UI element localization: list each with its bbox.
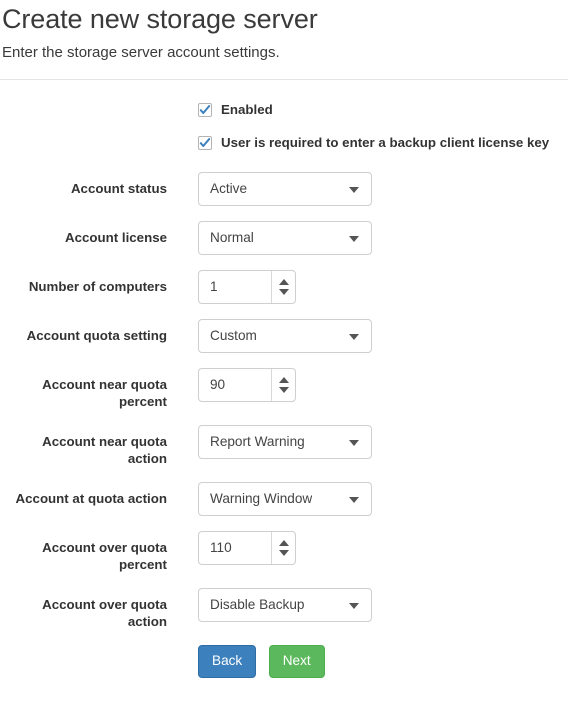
label-spacer-enabled — [0, 100, 167, 108]
number-stepper[interactable] — [271, 369, 295, 401]
stepper-up-icon[interactable] — [278, 377, 289, 383]
stepper-up-icon[interactable] — [278, 540, 289, 546]
page-title: Create new storage server — [2, 4, 318, 34]
stepper-down-icon[interactable] — [278, 387, 289, 393]
field-account-status: Active — [167, 172, 568, 206]
storage-server-form: Enabled User is required to enter a back… — [0, 80, 568, 678]
chevron-down-icon — [349, 334, 359, 340]
label-account-near-quota-action: Account near quota action — [42, 434, 167, 466]
label-account-quota-setting: Account quota setting — [26, 328, 167, 343]
form-row-account-over-quota-action: Account over quota action Disable Backup — [0, 588, 568, 630]
back-button[interactable]: Back — [198, 645, 257, 678]
checkbox-license-key-label: User is required to enter a backup clien… — [221, 135, 550, 150]
next-button[interactable]: Next — [268, 645, 325, 678]
select-account-at-quota-action[interactable]: Warning Window — [198, 482, 372, 516]
form-row-number-of-computers: Number of computers 1 — [0, 270, 568, 304]
label-spacer-license-key — [0, 133, 167, 141]
checkbox-enabled[interactable]: Enabled — [198, 100, 568, 120]
chevron-down-icon — [349, 236, 359, 242]
field-license-key: User is required to enter a backup clien… — [167, 133, 568, 153]
label-account-over-quota-percent: Account over quota percent — [42, 540, 167, 572]
form-row-account-at-quota-action: Account at quota action Warning Window — [0, 482, 568, 516]
form-actions: Back Next — [0, 645, 568, 678]
form-row-account-near-quota-action: Account near quota action Report Warning — [0, 425, 568, 467]
chevron-down-icon — [349, 497, 359, 503]
number-stepper[interactable] — [271, 271, 295, 303]
chevron-down-icon — [349, 440, 359, 446]
account-near-quota-percent-value: 90 — [210, 377, 226, 392]
page-header: Create new storage server Enter the stor… — [0, 0, 568, 80]
field-account-near-quota-percent: 90 — [167, 368, 568, 402]
form-row-account-status: Account status Active — [0, 172, 568, 206]
number-of-computers-value: 1 — [210, 279, 218, 294]
stepper-down-icon[interactable] — [278, 550, 289, 556]
label-account-at-quota-action: Account at quota action — [15, 491, 167, 506]
form-row-account-quota-setting: Account quota setting Custom — [0, 319, 568, 353]
create-storage-server-page: Create new storage server Enter the stor… — [0, 0, 568, 703]
stepper-down-icon[interactable] — [278, 289, 289, 295]
number-input-account-over-quota-percent[interactable]: 110 — [198, 531, 296, 565]
checkbox-checked-icon[interactable] — [198, 103, 212, 117]
field-account-license: Normal — [167, 221, 568, 255]
field-account-near-quota-action: Report Warning — [167, 425, 568, 459]
button-group: Back Next — [167, 645, 325, 678]
form-row-account-near-quota-percent: Account near quota percent 90 — [0, 368, 568, 410]
checkbox-checked-icon[interactable] — [198, 136, 212, 150]
label-account-license: Account license — [65, 230, 167, 245]
field-account-quota-setting: Custom — [167, 319, 568, 353]
page-subtitle: Enter the storage server account setting… — [2, 44, 280, 61]
select-account-license-value: Normal — [210, 230, 254, 245]
number-input-number-of-computers[interactable]: 1 — [198, 270, 296, 304]
checkbox-license-key-required[interactable]: User is required to enter a backup clien… — [198, 133, 568, 153]
form-row-account-license: Account license Normal — [0, 221, 568, 255]
form-row-license-key: User is required to enter a backup clien… — [0, 133, 568, 153]
select-account-status[interactable]: Active — [198, 172, 372, 206]
checkbox-enabled-label: Enabled — [221, 102, 273, 117]
select-account-license[interactable]: Normal — [198, 221, 372, 255]
label-number-of-computers: Number of computers — [28, 279, 167, 294]
field-account-over-quota-action: Disable Backup — [167, 588, 568, 622]
select-account-quota-setting[interactable]: Custom — [198, 319, 372, 353]
label-account-near-quota-percent: Account near quota percent — [42, 377, 167, 409]
label-account-status: Account status — [70, 181, 167, 196]
chevron-down-icon — [349, 187, 359, 193]
number-stepper[interactable] — [271, 532, 295, 564]
chevron-down-icon — [349, 603, 359, 609]
stepper-up-icon[interactable] — [278, 279, 289, 285]
field-enabled: Enabled — [167, 100, 568, 120]
label-account-over-quota-action: Account over quota action — [42, 597, 167, 629]
form-row-account-over-quota-percent: Account over quota percent 110 — [0, 531, 568, 573]
select-account-over-quota-action[interactable]: Disable Backup — [198, 588, 372, 622]
account-over-quota-percent-value: 110 — [210, 540, 232, 555]
select-account-near-quota-action-value: Report Warning — [210, 434, 305, 449]
select-account-at-quota-action-value: Warning Window — [210, 491, 313, 506]
form-row-enabled: Enabled — [0, 100, 568, 120]
number-input-account-near-quota-percent[interactable]: 90 — [198, 368, 296, 402]
select-account-near-quota-action[interactable]: Report Warning — [198, 425, 372, 459]
select-account-status-value: Active — [210, 181, 248, 196]
select-account-over-quota-action-value: Disable Backup — [210, 597, 305, 612]
field-account-at-quota-action: Warning Window — [167, 482, 568, 516]
select-account-quota-setting-value: Custom — [210, 328, 257, 343]
field-number-of-computers: 1 — [167, 270, 568, 304]
field-account-over-quota-percent: 110 — [167, 531, 568, 565]
